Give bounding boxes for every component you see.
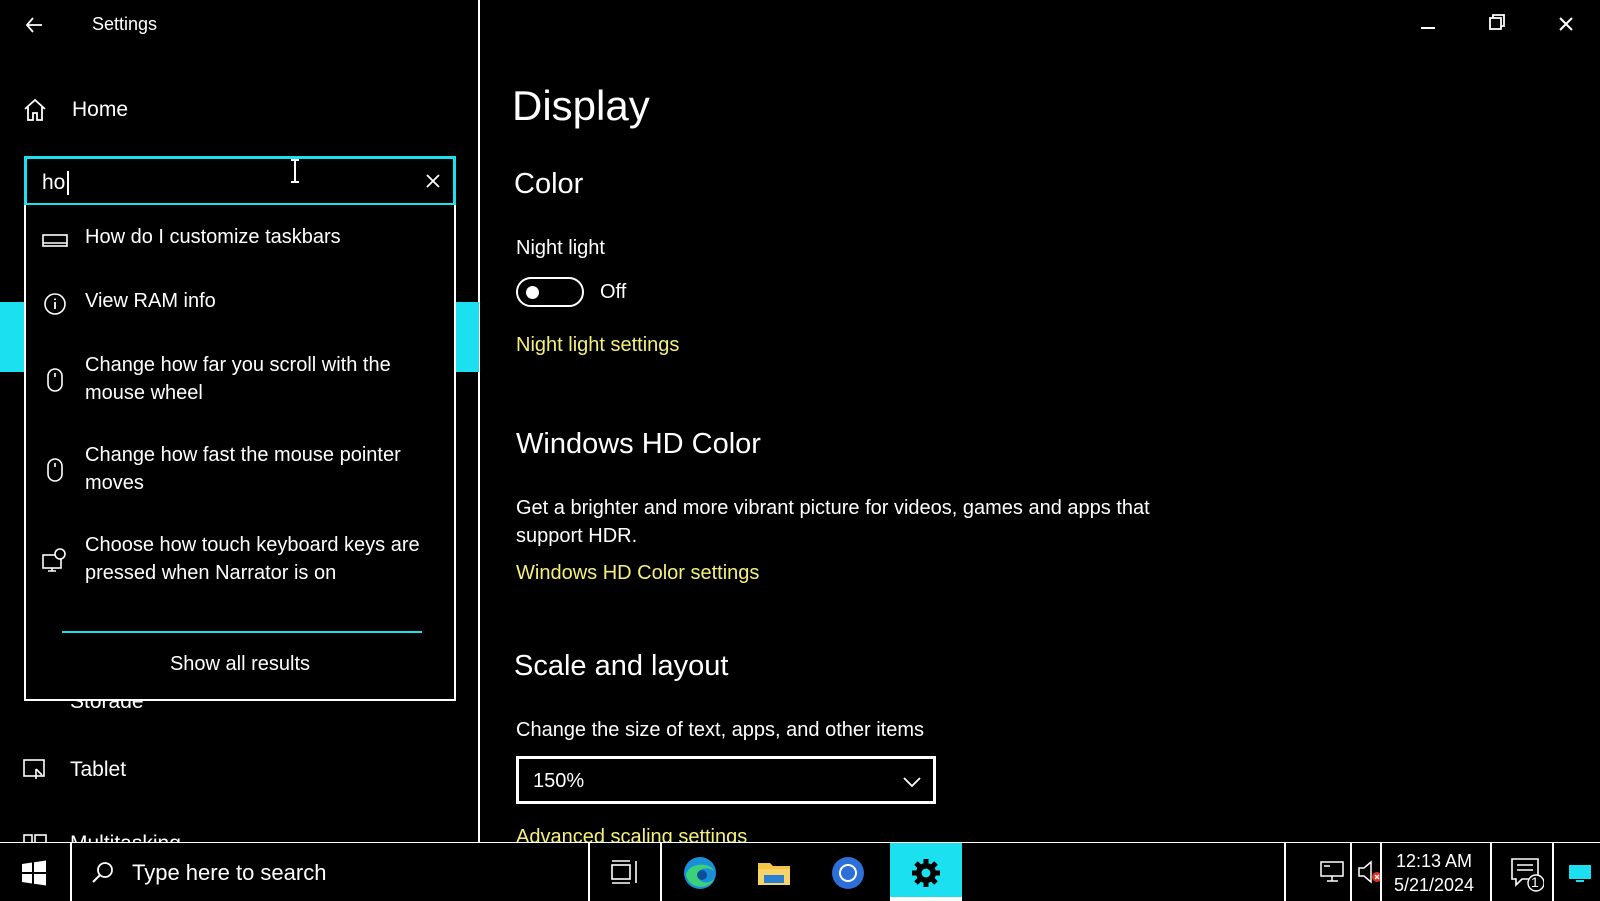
page-title: Display: [512, 82, 650, 129]
night-light-state: Off: [600, 281, 627, 303]
taskbar-separator: [1350, 843, 1352, 901]
navigation-pane: Settings Home Storage Tablet Multitaskin…: [0, 0, 480, 842]
network-tray-button[interactable]: [1318, 857, 1348, 887]
taskbar-search-box[interactable]: Type here to search: [72, 843, 588, 901]
suggestion-item[interactable]: View RAM info: [26, 287, 454, 327]
hd-color-settings-link[interactable]: Windows HD Color settings: [516, 562, 759, 585]
suggestion-text: View RAM info: [85, 290, 216, 312]
selected-nav-highlight-edge: [454, 302, 479, 372]
network-icon: [1320, 861, 1344, 882]
suggestion-item[interactable]: Change how far you scroll with the mouse…: [26, 351, 454, 413]
folder-icon: [758, 863, 790, 885]
taskbar-separator: [1490, 843, 1492, 901]
taskbar-app-settings[interactable]: [890, 843, 962, 901]
home-nav-item[interactable]: Home: [22, 93, 322, 127]
info-icon: [44, 293, 66, 315]
minimize-icon: [1421, 27, 1435, 29]
toggle-knob: [526, 286, 539, 299]
taskbar: Type here to search 12:13 AM 5/21/2024 1: [0, 842, 1600, 901]
taskbar-clock[interactable]: 12:13 AM 5/21/2024: [1384, 849, 1484, 897]
sidebar-item-multitasking[interactable]: Multitasking: [22, 832, 181, 842]
restore-icon: [1489, 14, 1505, 30]
back-button[interactable]: [22, 10, 52, 40]
dropdown-separator: [62, 631, 422, 633]
desktop-icon: [1569, 865, 1591, 882]
scale-label: Change the size of text, apps, and other…: [516, 719, 925, 741]
show-desktop-button[interactable]: [1568, 863, 1592, 883]
taskbar-separator: [660, 843, 662, 901]
task-view-button[interactable]: [590, 843, 662, 901]
suggestion-text: Change how fast the mouse pointer moves: [85, 444, 401, 494]
text-cursor-icon: [287, 158, 303, 184]
back-arrow-icon: [25, 17, 42, 33]
settings-search-input[interactable]: ho: [24, 156, 456, 206]
mouse-icon: [47, 458, 63, 482]
hd-color-heading: Windows HD Color: [516, 428, 761, 460]
selected-nav-highlight: [0, 302, 25, 372]
suggestion-text: Change how far you scroll with the mouse…: [85, 354, 391, 404]
home-icon: [24, 98, 46, 121]
windows-logo-icon: [22, 860, 46, 886]
suggestion-item[interactable]: Choose how touch keyboard keys are press…: [26, 531, 454, 593]
start-button[interactable]: [20, 859, 48, 887]
search-input-value: ho: [42, 171, 66, 194]
multitasking-icon: [23, 834, 47, 842]
hd-color-description: Get a brighter and more vibrant picture …: [516, 497, 1150, 547]
search-suggestions-dropdown: How do I customize taskbars View RAM inf…: [24, 205, 456, 701]
suggestion-text: How do I customize taskbars: [85, 226, 341, 248]
tablet-icon: [23, 759, 45, 779]
search-icon: [92, 862, 113, 883]
clear-search-button[interactable]: [423, 171, 443, 191]
night-light-label: Night light: [516, 237, 605, 259]
restore-button[interactable]: [1476, 8, 1516, 40]
action-center-button[interactable]: 1: [1508, 853, 1544, 893]
tablet-label: Tablet: [70, 758, 127, 781]
color-heading: Color: [514, 168, 584, 200]
scale-dropdown[interactable]: 150%: [516, 756, 936, 804]
notification-count-badge: 1: [1531, 874, 1539, 890]
night-light-settings-link[interactable]: Night light settings: [516, 334, 679, 357]
sidebar-item-tablet[interactable]: Tablet: [22, 753, 126, 787]
taskbar-app-chrome[interactable]: [812, 843, 884, 901]
clock-date: 5/21/2024: [1393, 875, 1475, 895]
gear-icon: [912, 859, 940, 887]
app-title: Settings: [92, 14, 158, 34]
mouse-icon: [47, 368, 63, 392]
minimize-button[interactable]: [1408, 8, 1448, 40]
show-all-results-button[interactable]: Show all results: [26, 653, 454, 676]
suggestion-item[interactable]: How do I customize taskbars: [26, 223, 454, 263]
taskbar-separator: [1380, 843, 1382, 901]
close-icon: [426, 174, 440, 188]
suggestion-text: Choose how touch keyboard keys are press…: [85, 534, 420, 584]
taskbar-app-file-explorer[interactable]: [738, 843, 810, 901]
scale-layout-heading: Scale and layout: [514, 650, 729, 682]
multitasking-label: Multitasking: [70, 832, 181, 842]
text-caret: [67, 171, 69, 195]
taskbar-separator: [1284, 843, 1286, 901]
taskbar-icon: [42, 234, 68, 247]
narrator-icon: [42, 548, 66, 572]
chrome-browser-icon: [832, 857, 864, 889]
taskbar-search-placeholder: Type here to search: [132, 860, 327, 885]
taskbar-separator: [1552, 843, 1554, 901]
scale-dropdown-value: 150%: [533, 770, 585, 792]
suggestion-item[interactable]: Change how fast the mouse pointer moves: [26, 441, 454, 503]
chevron-down-icon: [903, 777, 921, 788]
night-light-toggle[interactable]: [516, 277, 584, 307]
active-app-indicator: [890, 897, 962, 901]
home-label: Home: [72, 98, 129, 121]
close-button[interactable]: [1546, 8, 1586, 40]
advanced-scaling-link[interactable]: Advanced scaling settings: [516, 826, 747, 842]
task-view-icon: [611, 860, 637, 884]
edge-browser-icon: [684, 857, 716, 889]
clock-time: 12:13 AM: [1395, 851, 1473, 871]
taskbar-app-edge[interactable]: [664, 843, 736, 901]
close-window-icon: [1559, 17, 1573, 31]
